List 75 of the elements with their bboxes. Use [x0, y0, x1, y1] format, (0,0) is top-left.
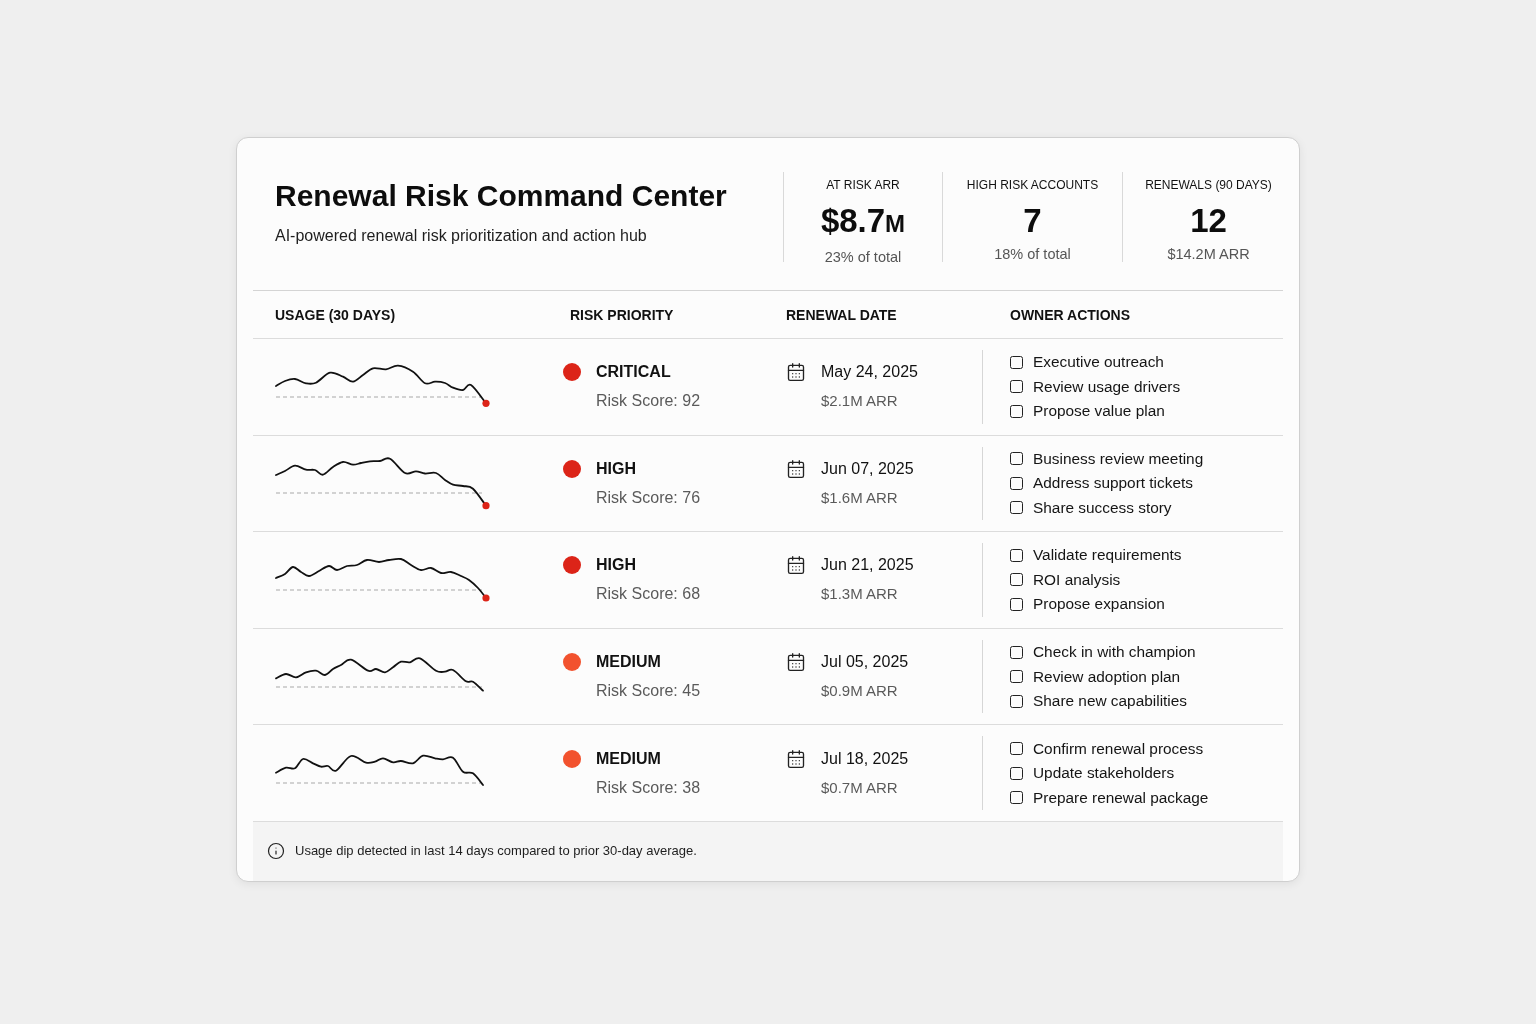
stat-label: RENEWALS (90 DAYS) — [1145, 178, 1272, 192]
renewal-date: Jun 07, 2025 — [821, 458, 914, 479]
stat-value: 7 — [1023, 202, 1042, 240]
action-label: Check in with champion — [1033, 642, 1196, 663]
renewal-arr: $0.9M ARR — [821, 681, 899, 702]
action-label: ROI analysis — [1033, 570, 1121, 590]
checkbox[interactable] — [1010, 694, 1023, 708]
checkbox[interactable] — [1010, 645, 1023, 659]
stat-note: 18% of total — [994, 245, 1071, 263]
risk-level: HIGH — [596, 458, 637, 479]
action-label: Propose value plan — [1033, 401, 1165, 422]
stat-note: $14.2M ARR — [1167, 245, 1250, 263]
column-header: OWNER ACTIONS — [1009, 306, 1132, 323]
action-label: Business review meeting — [1033, 448, 1204, 469]
action-label: Propose expansion — [1033, 594, 1165, 615]
calendar-icon — [786, 652, 806, 673]
risk-score: Risk Score: 68 — [596, 584, 701, 605]
dip-marker-icon — [482, 594, 490, 602]
checkbox[interactable] — [1010, 452, 1023, 466]
risk-level: CRITICAL — [596, 362, 672, 383]
risk-score: Risk Score: 45 — [596, 681, 701, 702]
risk-level: MEDIUM — [596, 748, 662, 769]
renewal-date: Jul 05, 2025 — [821, 652, 909, 673]
info-icon — [267, 842, 285, 861]
column-header: USAGE (30 DAYS) — [274, 306, 397, 323]
calendar-icon — [786, 458, 806, 479]
dashboard-subtitle: AI-powered renewal risk prioritization and action hub — [275, 226, 648, 246]
dashboard-title: Renewal Risk Command Center — [275, 178, 728, 214]
renewal-arr: $0.7M ARR — [821, 777, 899, 798]
column-header: RENEWAL DATE — [786, 306, 898, 323]
checkbox[interactable] — [1010, 476, 1023, 490]
checkbox[interactable] — [1010, 355, 1023, 369]
checkbox[interactable] — [1010, 549, 1023, 562]
risk-score: Risk Score: 92 — [596, 391, 701, 412]
action-label: Update stakeholders — [1033, 763, 1175, 784]
dip-marker-icon — [482, 399, 490, 407]
checkbox[interactable] — [1010, 501, 1023, 515]
checkbox[interactable] — [1010, 766, 1023, 780]
action-label: Address support tickets — [1033, 473, 1193, 494]
checkbox[interactable] — [1010, 742, 1023, 756]
action-label: Validate requirements — [1033, 545, 1182, 566]
checkbox[interactable] — [1010, 598, 1023, 611]
renewal-date: Jul 18, 2025 — [821, 748, 909, 769]
stat-label: HIGH RISK ACCOUNTS — [966, 178, 1099, 192]
action-label: Review usage drivers — [1033, 376, 1181, 397]
stat-value: $8.7M — [820, 202, 906, 241]
action-label: Executive outreach — [1033, 352, 1164, 373]
action-label: Confirm renewal process — [1033, 738, 1204, 759]
checkbox[interactable] — [1010, 573, 1023, 587]
dip-marker-icon — [482, 502, 490, 510]
risk-level: HIGH — [596, 555, 637, 576]
risk-score: Risk Score: 38 — [596, 777, 701, 798]
checkbox[interactable] — [1010, 404, 1023, 418]
renewal-date: Jun 21, 2025 — [821, 555, 914, 576]
action-label: Share success story — [1033, 497, 1172, 518]
footer-note: Usage dip detected in last 14 days compared to prior 30-day average. — [295, 842, 697, 861]
stat-value: 12 — [1190, 202, 1227, 240]
stat-label: AT RISK ARR — [826, 178, 900, 192]
action-label: Prepare renewal package — [1033, 787, 1209, 808]
column-header: RISK PRIORITY — [569, 306, 675, 323]
renewal-arr: $1.6M ARR — [821, 487, 899, 508]
checkbox[interactable] — [1010, 791, 1023, 805]
risk-level: MEDIUM — [596, 652, 662, 673]
calendar-icon — [786, 362, 806, 383]
renewal-date: May 24, 2025 — [821, 362, 918, 383]
renewal-arr: $1.3M ARR — [821, 584, 899, 605]
stat-note: 23% of total — [824, 248, 902, 266]
checkbox[interactable] — [1010, 380, 1023, 394]
action-label: Share new capabilities — [1033, 691, 1187, 712]
calendar-icon — [786, 555, 806, 576]
calendar-icon — [786, 748, 806, 769]
checkbox[interactable] — [1010, 670, 1023, 684]
renewal-arr: $2.1M ARR — [821, 391, 899, 412]
action-label: Review adoption plan — [1033, 666, 1181, 687]
risk-score: Risk Score: 76 — [596, 487, 701, 508]
